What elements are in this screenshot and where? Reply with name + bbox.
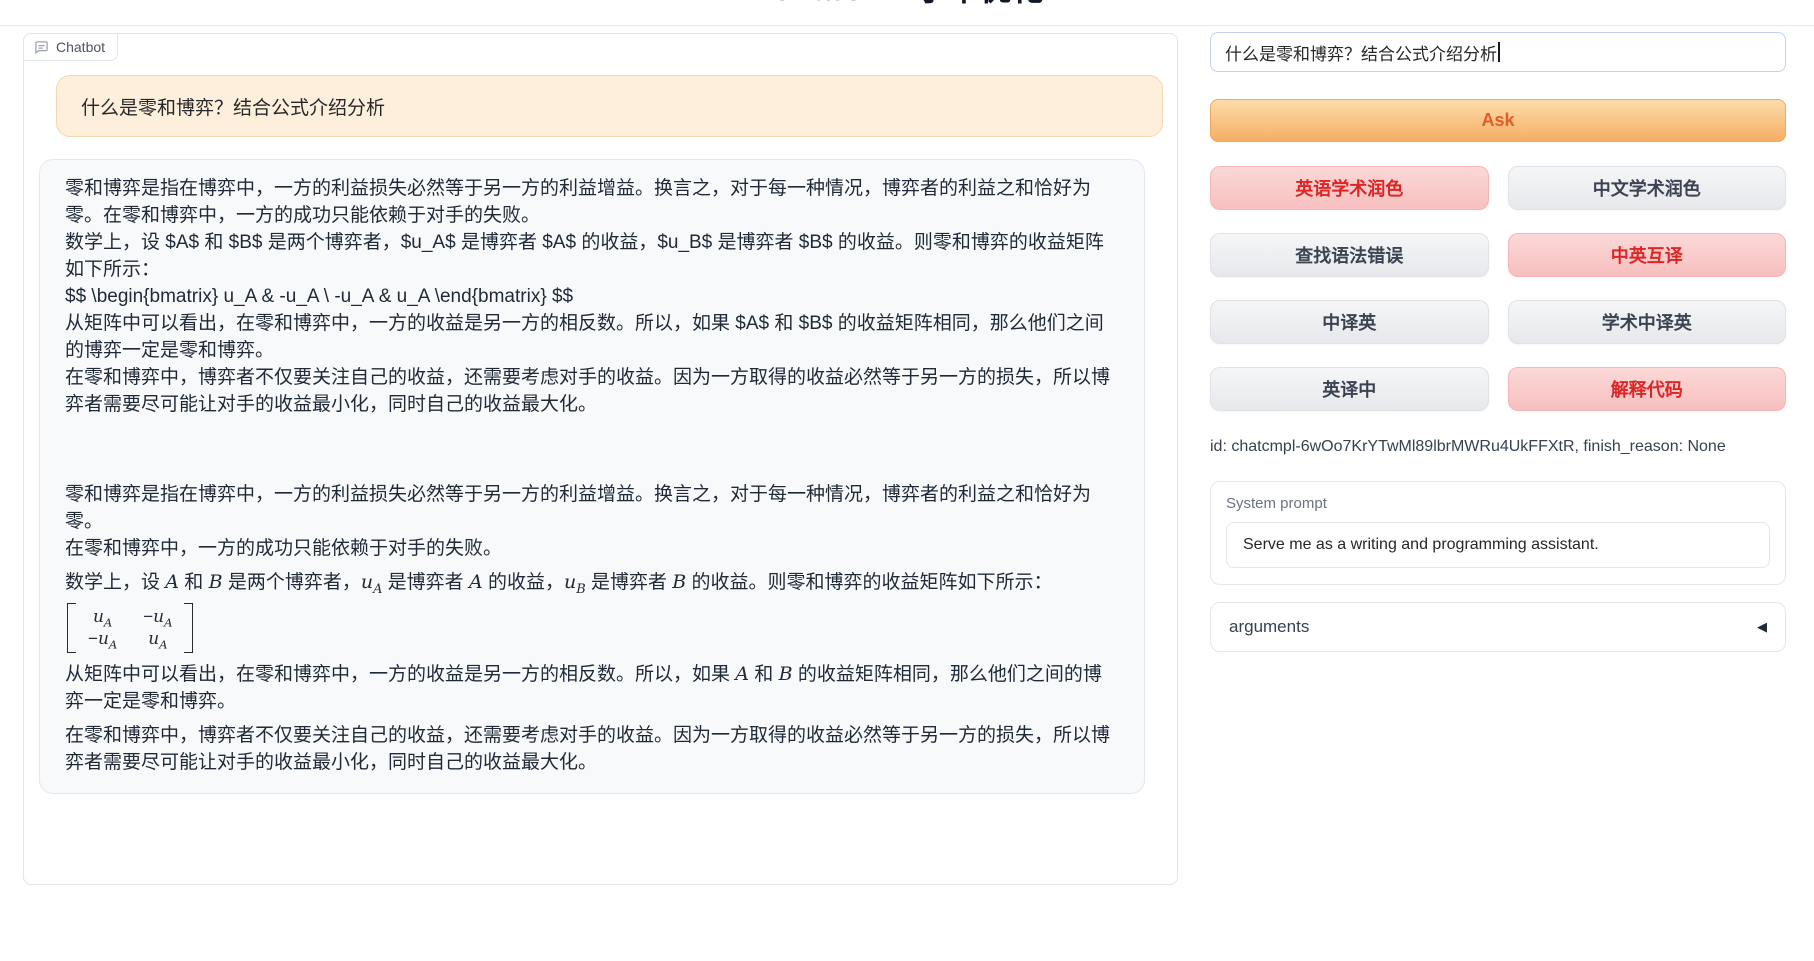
- fn-button-find-grammar-errors[interactable]: 查找语法错误: [1210, 233, 1489, 277]
- chat-bubble-icon: [34, 40, 49, 55]
- chatbot-panel: Chatbot 什么是零和博弈？结合公式介绍分析 零和博弈是指在博弈中，一方的利…: [23, 33, 1178, 885]
- matrix-cell: −uA: [88, 628, 117, 650]
- response-status-line: id: chatcmpl-6wOo7KrYTwMl89lbrMWRu4UkFFX…: [1210, 438, 1786, 456]
- page-title-clipped: ChatGPT 学术优化: [0, 0, 1814, 9]
- matrix-cell: −uA: [143, 606, 172, 628]
- matrix-right-bracket: [184, 603, 193, 653]
- system-prompt-label: System prompt: [1226, 495, 1770, 512]
- fn-button-academic-zh-to-en[interactable]: 学术中译英: [1508, 300, 1787, 344]
- matrix-cell: uA: [88, 606, 117, 628]
- question-input-value: 什么是零和博弈？结合公式介绍分析: [1225, 40, 1497, 65]
- fn-button-zh-to-en[interactable]: 中译英: [1210, 300, 1489, 344]
- system-prompt-card: System prompt Serve me as a writing and …: [1210, 481, 1786, 585]
- controls-column: 什么是零和博弈？结合公式介绍分析 Ask 英语学术润色 中文学术润色 查找语法错…: [1210, 32, 1786, 652]
- payoff-matrix: uA −uA −uA uA: [67, 603, 1119, 653]
- user-message-text: 什么是零和博弈？结合公式介绍分析: [81, 93, 385, 120]
- bot-rendered-para1: 零和博弈是指在博弈中，一方的利益损失必然等于另一方的利益增益。换言之，对于每一种…: [65, 481, 1119, 562]
- bot-message-bubble: 零和博弈是指在博弈中，一方的利益损失必然等于另一方的利益增益。换言之，对于每一种…: [39, 159, 1145, 794]
- function-button-grid: 英语学术润色 中文学术润色 查找语法错误 中英互译 中译英 学术中译英 英译中 …: [1210, 166, 1786, 411]
- system-prompt-value: Serve me as a writing and programming as…: [1243, 536, 1599, 554]
- chatbot-label-tab: Chatbot: [23, 33, 118, 61]
- bot-rendered-para5: 在零和博弈中，博弈者不仅要关注自己的收益，还需要考虑对手的收益。因为一方取得的收…: [65, 722, 1119, 776]
- accordion-collapse-icon: ◀: [1757, 619, 1767, 635]
- matrix-left-bracket: [67, 603, 76, 653]
- system-prompt-input[interactable]: Serve me as a writing and programming as…: [1226, 522, 1770, 568]
- arguments-accordion[interactable]: arguments ◀: [1210, 602, 1786, 652]
- message-gap: [65, 425, 1119, 481]
- header-divider: [0, 25, 1814, 26]
- chatbot-label-text: Chatbot: [56, 39, 105, 55]
- fn-button-explain-code[interactable]: 解释代码: [1508, 367, 1787, 411]
- fn-button-en-to-zh[interactable]: 英译中: [1210, 367, 1489, 411]
- bot-raw-latex-text: 零和博弈是指在博弈中，一方的利益损失必然等于另一方的利益增益。换言之，对于每一种…: [65, 175, 1119, 418]
- bot-rendered-para4: 从矩阵中可以看出，在零和博弈中，一方的收益是另一方的相反数。所以，如果 A 和 …: [65, 661, 1119, 715]
- user-message-bubble: 什么是零和博弈？结合公式介绍分析: [56, 75, 1163, 137]
- fn-button-zh-en-mutual-translate[interactable]: 中英互译: [1508, 233, 1787, 277]
- ask-button[interactable]: Ask: [1210, 99, 1786, 142]
- page-title: ChatGPT 学术优化: [0, 0, 1814, 8]
- question-input[interactable]: 什么是零和博弈？结合公式介绍分析: [1210, 32, 1786, 72]
- arguments-accordion-label: arguments: [1229, 617, 1309, 637]
- fn-button-english-academic-polish[interactable]: 英语学术润色: [1210, 166, 1489, 210]
- ask-button-label: Ask: [1481, 110, 1514, 131]
- matrix-cell: uA: [143, 628, 172, 650]
- bot-rendered-para2: 数学上，设 A 和 B 是两个博弈者，uA 是博弈者 A 的收益，uB 是博弈者…: [65, 569, 1119, 596]
- fn-button-chinese-academic-polish[interactable]: 中文学术润色: [1508, 166, 1787, 210]
- text-caret: [1498, 42, 1500, 62]
